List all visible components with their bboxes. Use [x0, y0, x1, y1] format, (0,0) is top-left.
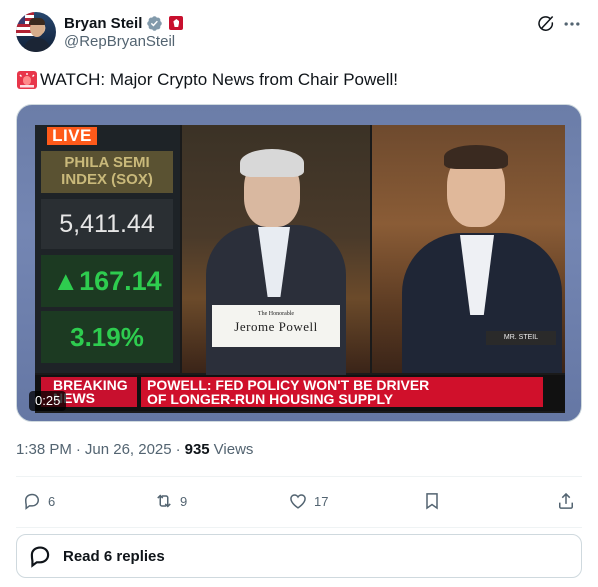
news-headline: POWELL: FED POLICY WON'T BE DRIVER OF LO…: [141, 377, 543, 407]
index-percent: 3.19%: [41, 311, 173, 363]
steil-shot: MR. STEIL: [372, 125, 565, 373]
rotating-light-emoji: [17, 71, 37, 89]
tweet-text: WATCH: Major Crypto News from Chair Powe…: [16, 70, 398, 90]
share-icon: [559, 492, 573, 509]
repost-button[interactable]: 9: [154, 491, 187, 511]
read-replies-label: Read 6 replies: [63, 547, 165, 565]
live-badge: LIVE: [47, 126, 97, 145]
tweet-meta: 1:38 PM · Jun 26, 2025 · 935 Views: [16, 441, 253, 458]
tweet-time[interactable]: 1:38 PM: [16, 441, 72, 458]
up-arrow-icon: ▲: [52, 266, 80, 296]
tweet-date[interactable]: Jun 26, 2025: [85, 441, 172, 458]
views-count: 935: [184, 441, 210, 458]
share-button[interactable]: [556, 491, 576, 511]
reply-count: 6: [48, 493, 56, 509]
powell-shot: The Honorable Jerome Powell: [182, 125, 370, 375]
headline-line2: OF LONGER-RUN HOUSING SUPPLY: [147, 391, 394, 407]
nameplate-title: The Honorable: [257, 311, 295, 317]
meta-separator: ·: [75, 441, 81, 458]
like-button[interactable]: 17: [288, 491, 328, 511]
index-value: 5,411.44: [41, 199, 173, 249]
heart-icon: [290, 494, 306, 509]
us-house-seal-icon: [169, 16, 184, 30]
tweet-header: Bryan Steil @RepBryanSteil: [16, 12, 582, 54]
speech-bubble-icon: [30, 546, 50, 568]
author-handle[interactable]: @RepBryanSteil: [64, 33, 175, 50]
action-bar: 6 9 17: [16, 476, 582, 528]
grok-icon[interactable]: [536, 14, 556, 34]
index-name-line2: INDEX (SOX): [61, 171, 153, 188]
like-count: 17: [314, 493, 329, 509]
more-options-icon[interactable]: [562, 14, 582, 34]
index-name-line1: PHILA SEMI: [64, 154, 150, 171]
index-change-value: 167.14: [79, 266, 162, 296]
powell-nameplate: The Honorable Jerome Powell: [212, 305, 340, 347]
index-change: ▲167.14: [41, 255, 173, 307]
video-frame[interactable]: LIVE PHILA SEMI INDEX (SOX) 5,411.44 ▲16…: [35, 125, 565, 413]
nameplate-name: Jerome Powell: [234, 319, 318, 334]
views-label: Views: [213, 441, 254, 458]
repost-count: 9: [180, 493, 188, 509]
avatar-hair: [29, 18, 45, 25]
reply-icon: [24, 493, 40, 510]
tweet-body: WATCH: Major Crypto News from Chair Powe…: [40, 70, 399, 89]
author-name-row: Bryan Steil: [64, 13, 184, 33]
bookmark-icon: [426, 493, 438, 510]
meta-separator: ·: [175, 441, 181, 458]
headline-line1: POWELL: FED POLICY WON'T BE DRIVER: [147, 377, 430, 393]
repost-icon: [157, 494, 171, 508]
avatar-suit: [24, 38, 50, 52]
powell-figure-hair: [240, 149, 304, 177]
read-replies-button[interactable]: Read 6 replies: [16, 534, 582, 578]
steil-nameplate: MR. STEIL: [486, 331, 556, 345]
market-ticker-panel: LIVE PHILA SEMI INDEX (SOX) 5,411.44 ▲16…: [35, 125, 180, 373]
author-display-name[interactable]: Bryan Steil: [64, 15, 142, 32]
video-player[interactable]: LIVE PHILA SEMI INDEX (SOX) 5,411.44 ▲16…: [16, 104, 582, 422]
author-avatar[interactable]: [16, 12, 56, 52]
bookmark-button[interactable]: [422, 491, 442, 511]
verified-badge-icon[interactable]: [146, 15, 163, 32]
steil-figure-hair: [444, 145, 508, 169]
index-name: PHILA SEMI INDEX (SOX): [41, 151, 173, 193]
video-duration: 0:25: [29, 391, 67, 411]
lower-third-banner: BREAKING NEWS POWELL: FED POLICY WON'T B…: [35, 375, 565, 411]
reply-button[interactable]: 6: [22, 491, 55, 511]
